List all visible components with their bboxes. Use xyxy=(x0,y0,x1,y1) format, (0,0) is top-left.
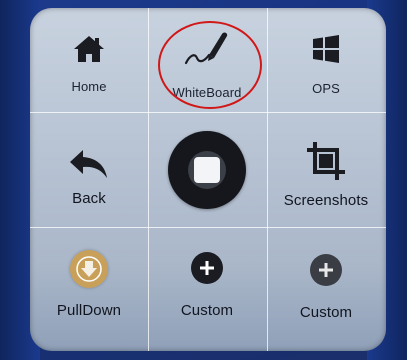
plus-icon xyxy=(310,254,342,286)
highlight-circle-annotation xyxy=(158,21,262,109)
menu-item-label: Home xyxy=(71,79,107,94)
pulldown-icon xyxy=(70,250,108,288)
home-button-icon xyxy=(168,131,246,209)
menu-item-back[interactable]: Back xyxy=(30,113,148,225)
windows-icon xyxy=(312,35,340,63)
menu-item-custom-2[interactable]: Custom xyxy=(267,228,385,340)
plus-icon xyxy=(191,252,223,284)
menu-item-label: Custom xyxy=(180,302,234,319)
menu-item-screenshots[interactable]: Screenshots xyxy=(267,113,385,225)
menu-item-label: Back xyxy=(72,190,106,207)
back-arrow-icon xyxy=(69,149,109,179)
menu-item-custom-1[interactable]: Custom xyxy=(148,228,266,340)
floating-menu-panel: Home WhiteBoard OPS Back Screenshots Pul… xyxy=(30,8,386,351)
home-icon xyxy=(73,34,105,64)
menu-item-home-button[interactable] xyxy=(148,113,266,225)
menu-item-home[interactable]: Home xyxy=(30,8,148,120)
menu-item-label: Custom xyxy=(299,304,353,321)
menu-item-pulldown[interactable]: PullDown xyxy=(30,228,148,340)
menu-item-label: OPS xyxy=(312,81,340,96)
menu-item-ops[interactable]: OPS xyxy=(267,8,385,120)
menu-item-label: Screenshots xyxy=(283,192,369,209)
crop-icon xyxy=(306,141,346,181)
menu-item-label: PullDown xyxy=(56,302,122,319)
